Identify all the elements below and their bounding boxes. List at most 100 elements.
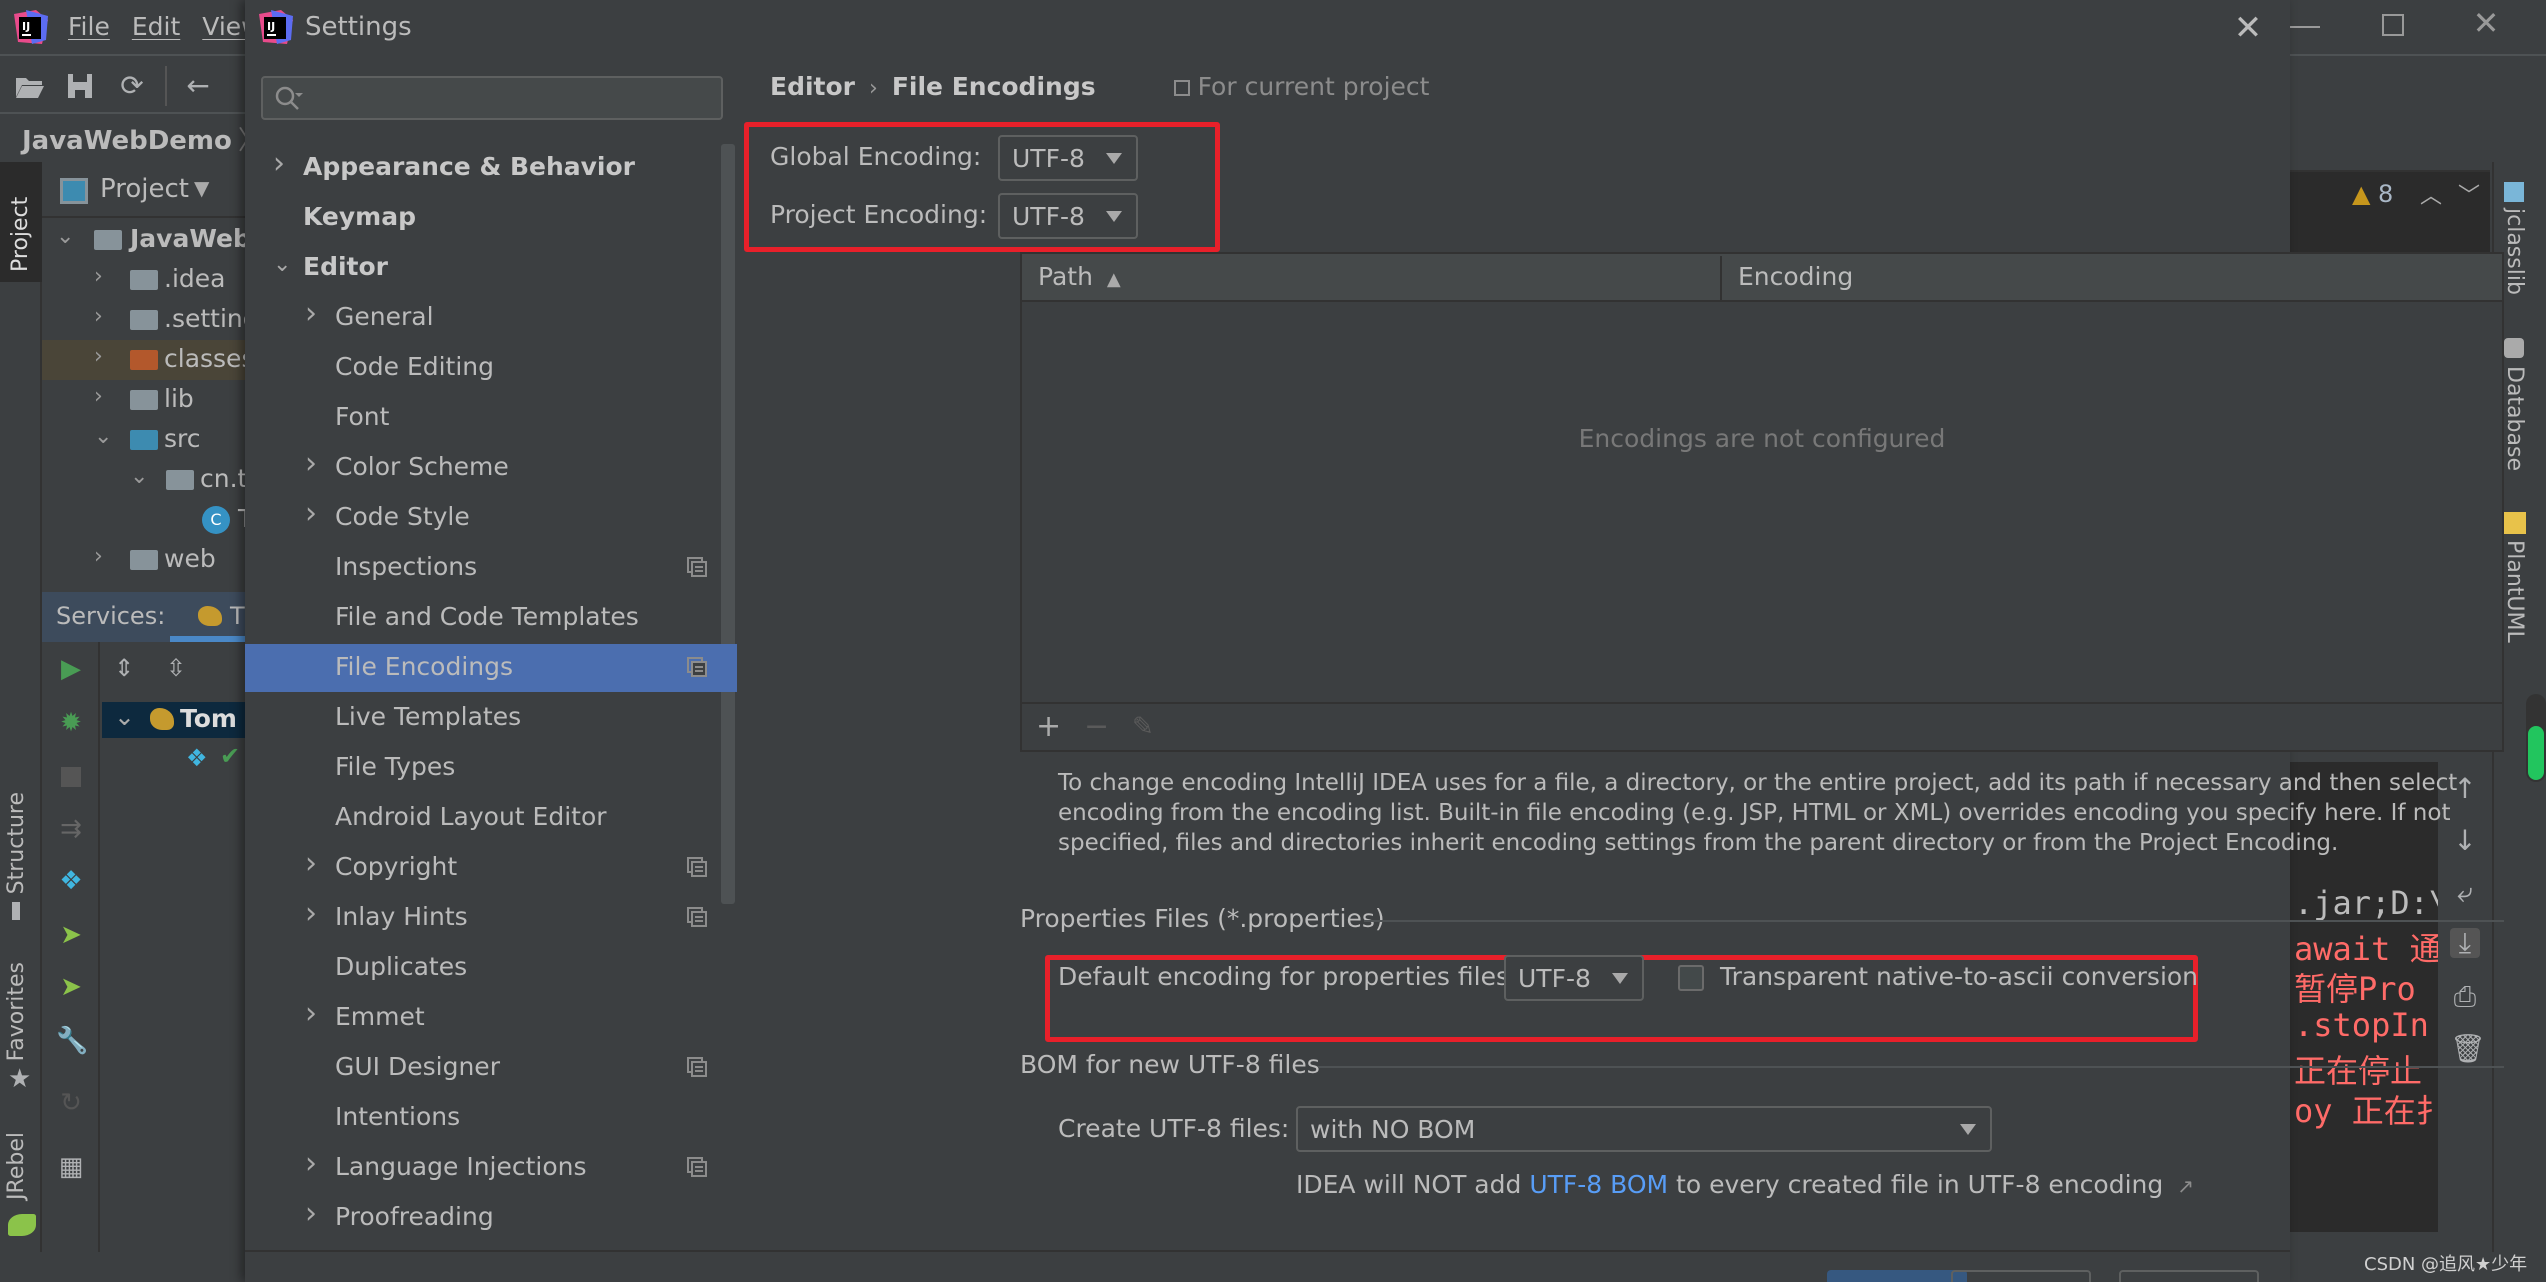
- remove-icon[interactable]: −: [1084, 710, 1109, 744]
- warning-count[interactable]: 8: [2378, 180, 2393, 208]
- jrebel-run-icon[interactable]: ➤: [56, 920, 86, 950]
- services-panel: ▶ ✹ ⇉ ❖ ➤ ➤ 🔧 ↻ ▦ ⇕ ⇳ ⌄ Tom ❖ ✔: [42, 642, 245, 1252]
- stripe-tab-favorites[interactable]: Favorites: [4, 962, 29, 1061]
- settings-tree-item-gui-designer[interactable]: GUI Designer: [245, 1044, 740, 1092]
- services-tab[interactable]: T: [230, 602, 245, 630]
- apply-button[interactable]: [2119, 1270, 2259, 1282]
- settings-tree-item-editor[interactable]: ⌄ Editor: [245, 244, 740, 292]
- project-tree-row[interactable]: › .idea: [42, 260, 245, 300]
- column-divider[interactable]: [1720, 256, 1722, 300]
- debug-icon[interactable]: ✹: [56, 708, 86, 738]
- chevron-right-icon[interactable]: ›: [305, 496, 325, 531]
- project-view-selector[interactable]: Project: [100, 174, 189, 204]
- dropdown-arrow-icon: [1612, 973, 1628, 984]
- stripe-tab-plantuml[interactable]: PlantUML: [2502, 540, 2527, 643]
- stripe-tab-jrebel[interactable]: JRebel: [4, 1132, 29, 1200]
- services-tree-row-tomcat[interactable]: ⌄ Tom: [102, 702, 245, 738]
- wrench-icon[interactable]: 🔧: [56, 1026, 88, 1056]
- ide-minimize-button[interactable]: [2290, 26, 2320, 28]
- project-tree-row[interactable]: C T: [42, 500, 245, 540]
- breadcrumb-parent[interactable]: Editor: [770, 72, 855, 101]
- project-tree-row[interactable]: ⌄ src: [42, 420, 245, 460]
- settings-tree-item-android-layout-editor[interactable]: Android Layout Editor: [245, 794, 740, 842]
- stripe-tab-project[interactable]: Project: [0, 162, 42, 282]
- dialog-close-button[interactable]: ✕: [2230, 10, 2266, 46]
- back-arrow-icon[interactable]: ←: [182, 70, 214, 102]
- previous-highlight-icon[interactable]: ︿: [2420, 178, 2442, 210]
- settings-tree-item-copyright[interactable]: › Copyright: [245, 844, 740, 892]
- settings-tree-item-language-injections[interactable]: › Language Injections: [245, 1144, 740, 1192]
- stripe-tab-structure[interactable]: Structure: [4, 792, 29, 894]
- layout-icon[interactable]: ▦: [56, 1152, 86, 1182]
- refresh-icon[interactable]: ↻: [56, 1088, 86, 1118]
- global-encoding-select[interactable]: UTF-8: [998, 135, 1138, 181]
- chevron-down-icon[interactable]: ⌄: [273, 252, 293, 277]
- deploy-icon[interactable]: ❖: [56, 866, 86, 896]
- settings-tree-item-code-editing[interactable]: Code Editing: [245, 344, 740, 392]
- settings-tree-item-font[interactable]: Font: [245, 394, 740, 442]
- project-encoding-select[interactable]: UTF-8: [998, 193, 1138, 239]
- properties-encoding-select[interactable]: UTF-8: [1504, 955, 1644, 1001]
- project-tree-row[interactable]: › classes: [42, 340, 245, 380]
- settings-tree-item-inspections[interactable]: Inspections: [245, 544, 740, 592]
- settings-tree-item-keymap[interactable]: Keymap: [245, 194, 740, 242]
- stripe-tab-jclasslib[interactable]: jclasslib: [2502, 208, 2527, 295]
- transparent-native-to-ascii-label[interactable]: Transparent native-to-ascii conversion: [1720, 962, 2198, 991]
- add-icon[interactable]: +: [1036, 710, 1061, 744]
- settings-tree-item-file-encodings[interactable]: File Encodings: [245, 644, 737, 692]
- settings-tree-item-emmet[interactable]: › Emmet: [245, 994, 740, 1042]
- edit-pencil-icon[interactable]: ✎: [1132, 710, 1154, 744]
- project-tree-row[interactable]: › .settings: [42, 300, 245, 340]
- next-highlight-icon[interactable]: ﹀: [2458, 178, 2480, 210]
- transparent-native-to-ascii-checkbox[interactable]: [1678, 965, 1704, 991]
- settings-tree-item-file-and-code-templates[interactable]: File and Code Templates: [245, 594, 740, 642]
- create-utf8-select[interactable]: with NO BOM: [1296, 1106, 1992, 1152]
- sync-icon[interactable]: ⟳: [116, 70, 148, 102]
- column-header-path[interactable]: Path ▲: [1038, 262, 1121, 291]
- open-folder-icon[interactable]: [14, 70, 46, 102]
- run-icon[interactable]: ▶: [56, 654, 86, 684]
- utf8-bom-link[interactable]: UTF-8 BOM: [1529, 1170, 1668, 1199]
- chevron-right-icon[interactable]: ›: [305, 1146, 325, 1181]
- settings-tree-item-code-style[interactable]: › Code Style: [245, 494, 740, 542]
- settings-tree-item-file-types[interactable]: File Types: [245, 744, 740, 792]
- settings-tree-item-live-templates[interactable]: Live Templates: [245, 694, 740, 742]
- stripe-tab-database[interactable]: Database: [2502, 366, 2527, 471]
- project-tree-row[interactable]: › lib: [42, 380, 245, 420]
- chevron-right-icon[interactable]: ›: [305, 296, 325, 331]
- chevron-right-icon[interactable]: ›: [305, 1196, 325, 1231]
- jrebel-debug-icon[interactable]: ➤: [56, 972, 86, 1002]
- ide-maximize-button[interactable]: [2382, 14, 2404, 36]
- settings-tree-item-appearance-behavior[interactable]: › Appearance & Behavior: [245, 144, 740, 192]
- print-icon[interactable]: ⎙: [2450, 982, 2480, 1012]
- chevron-right-icon[interactable]: ›: [305, 446, 325, 481]
- collapse-all-icon[interactable]: ⇳: [166, 654, 186, 682]
- stop-icon[interactable]: [56, 762, 86, 792]
- ok-button[interactable]: [1827, 1270, 1967, 1282]
- menu-file[interactable]: File: [68, 12, 110, 41]
- redeploy-icon[interactable]: ⇉: [56, 814, 86, 844]
- settings-tree-item-intentions[interactable]: Intentions: [245, 1094, 740, 1142]
- settings-tree-item-label: Code Style: [335, 502, 470, 531]
- project-level-icon: [687, 857, 707, 877]
- settings-search-input[interactable]: [261, 76, 723, 120]
- column-header-encoding[interactable]: Encoding: [1738, 262, 1853, 291]
- cancel-button[interactable]: [1951, 1270, 2091, 1282]
- project-tree-row[interactable]: ⌄ JavaWebDemo: [42, 220, 245, 260]
- breadcrumb-project[interactable]: JavaWebDemo: [22, 126, 232, 156]
- chevron-right-icon[interactable]: ›: [273, 146, 293, 181]
- project-tree-row[interactable]: ⌄ cn.t: [42, 460, 245, 500]
- chevron-right-icon[interactable]: ›: [305, 896, 325, 931]
- settings-tree-item-duplicates[interactable]: Duplicates: [245, 944, 740, 992]
- ide-close-button[interactable]: ✕: [2468, 4, 2504, 44]
- chevron-right-icon[interactable]: ›: [305, 996, 325, 1031]
- menu-edit[interactable]: Edit: [132, 12, 180, 41]
- settings-tree-item-color-scheme[interactable]: › Color Scheme: [245, 444, 740, 492]
- save-icon[interactable]: [64, 70, 96, 102]
- settings-tree-item-inlay-hints[interactable]: › Inlay Hints: [245, 894, 740, 942]
- settings-tree-item-general[interactable]: › General: [245, 294, 740, 342]
- chevron-right-icon[interactable]: ›: [305, 846, 325, 881]
- project-tree-row[interactable]: › web: [42, 540, 245, 580]
- settings-tree-item-proofreading[interactable]: › Proofreading: [245, 1194, 740, 1242]
- expand-all-icon[interactable]: ⇕: [114, 654, 134, 682]
